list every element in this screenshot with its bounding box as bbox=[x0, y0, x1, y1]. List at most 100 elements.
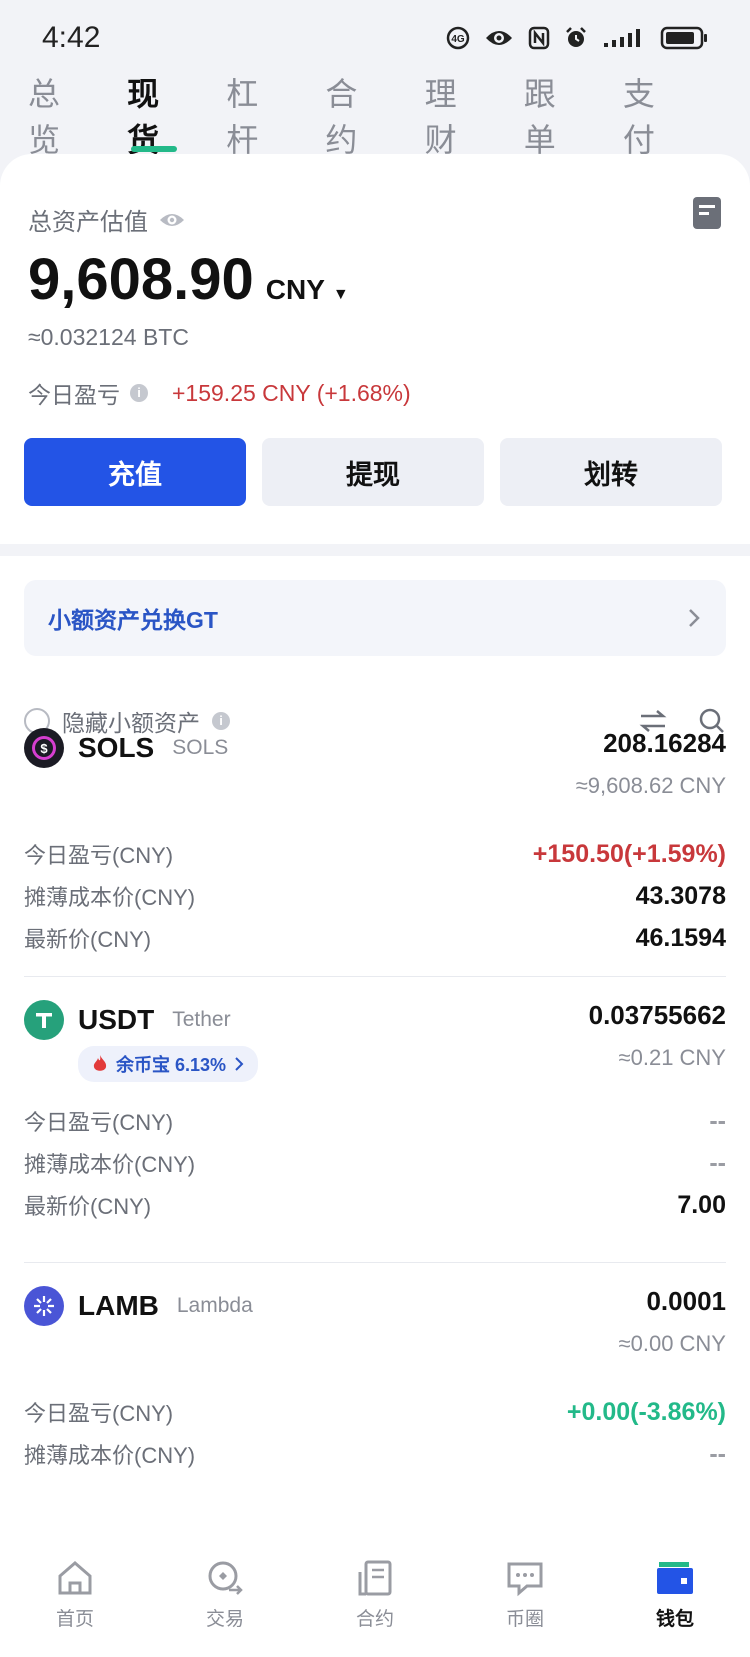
info-icon[interactable]: i bbox=[130, 384, 148, 402]
nav-wallet[interactable]: 钱包 bbox=[600, 1558, 750, 1631]
asset-details: 今日盈亏(CNY) +0.00(-3.86%) 摊薄成本价(CNY) -- bbox=[24, 1391, 726, 1475]
price-label: 最新价(CNY) bbox=[24, 927, 152, 952]
eye-icon bbox=[486, 31, 512, 45]
asset-list-section: 小额资产兑换GT 隐藏小额资产 i $ SOLS SOLS 208.16284 bbox=[0, 556, 750, 1556]
sols-coin-icon: $ bbox=[24, 728, 64, 768]
status-icons: 4G bbox=[446, 25, 710, 51]
today-pnl-label: 今日盈亏 bbox=[28, 382, 120, 408]
deposit-button[interactable]: 充值 bbox=[24, 438, 246, 506]
tab-margin[interactable]: 杠杆 bbox=[226, 76, 280, 158]
small-assets-convert-banner[interactable]: 小额资产兑换GT bbox=[24, 580, 726, 656]
alarm-icon bbox=[566, 27, 586, 47]
earn-badge-text: 余币宝 6.13% bbox=[116, 1055, 227, 1075]
tab-futures[interactable]: 合约 bbox=[325, 76, 379, 158]
detail-row-price: 最新价(CNY) 7.00 bbox=[24, 1184, 726, 1226]
pnl-label: 今日盈亏(CNY) bbox=[24, 843, 174, 868]
asset-cny-value: ≈0.00 CNY bbox=[618, 1331, 726, 1356]
price-value: 46.1594 bbox=[635, 923, 726, 952]
chat-icon bbox=[507, 1562, 543, 1597]
status-time: 4:42 bbox=[42, 21, 101, 54]
asset-item-usdt[interactable]: USDT Tether 余币宝 6.13% 0.03755662 ≈0.21 C… bbox=[24, 1000, 726, 1226]
detail-row-price: 最新价(CNY) 46.1594 bbox=[24, 917, 726, 959]
signal-icon bbox=[604, 29, 640, 47]
fire-icon bbox=[93, 1055, 107, 1071]
total-assets-label: 总资产估值 bbox=[28, 209, 148, 236]
cost-label: 摊薄成本价(CNY) bbox=[24, 1443, 196, 1468]
detail-row-pnl: 今日盈亏(CNY) +0.00(-3.86%) bbox=[24, 1391, 726, 1433]
asset-details: 今日盈亏(CNY) -- 摊薄成本价(CNY) -- 最新价(CNY) 7.00 bbox=[24, 1100, 726, 1226]
asset-cny-value: ≈0.21 CNY bbox=[618, 1045, 726, 1070]
caret-down-icon[interactable]: ▼ bbox=[333, 286, 349, 304]
tab-pay[interactable]: 支付 bbox=[623, 76, 677, 158]
tab-copy-trading[interactable]: 跟单 bbox=[524, 76, 578, 158]
asset-symbol: USDT bbox=[78, 1004, 155, 1035]
asset-symbol: SOLS bbox=[78, 732, 155, 763]
nfc-icon bbox=[528, 26, 550, 50]
cost-label: 摊薄成本价(CNY) bbox=[24, 885, 196, 910]
today-pnl-row: 今日盈亏 i +159.25 CNY (+1.68%) bbox=[28, 376, 411, 410]
asset-name: Lambda bbox=[176, 1294, 253, 1317]
nav-trade[interactable]: 交易 bbox=[150, 1558, 300, 1631]
trade-icon bbox=[208, 1561, 243, 1595]
asset-details: 今日盈亏(CNY) +150.50(+1.59%) 摊薄成本价(CNY) 43.30… bbox=[24, 833, 726, 959]
nav-trade-label: 交易 bbox=[205, 1609, 244, 1630]
svg-text:$: $ bbox=[40, 741, 48, 756]
top-tabs: 总览 现货 杠杆 合约 理财 跟单 支付 bbox=[0, 76, 750, 158]
today-pnl-value: +159.25 CNY (+1.68%) bbox=[172, 379, 411, 406]
action-buttons: 充值 提现 划转 bbox=[24, 438, 722, 506]
asset-amount: 208.16284 bbox=[603, 728, 726, 758]
asset-item-lamb[interactable]: LAMB Lambda 0.0001 ≈0.00 CNY 今日盈亏(CNY) +0… bbox=[24, 1286, 726, 1475]
nav-wallet-label: 钱包 bbox=[655, 1609, 694, 1630]
chevron-right-icon bbox=[689, 609, 700, 627]
transfer-button[interactable]: 划转 bbox=[500, 438, 722, 506]
asset-name-block: LAMB Lambda bbox=[24, 1286, 253, 1326]
volte-icon: 4G bbox=[446, 26, 470, 50]
nav-community[interactable]: 币圈 bbox=[450, 1558, 600, 1631]
cost-value: -- bbox=[709, 1439, 726, 1468]
earn-badge[interactable]: 余币宝 6.13% bbox=[78, 1046, 259, 1082]
asset-name: SOLS bbox=[172, 736, 229, 759]
eye-toggle-icon[interactable] bbox=[158, 210, 186, 230]
tab-spot[interactable]: 现货 bbox=[127, 76, 181, 158]
asset-amount-block: 0.03755662 ≈0.21 CNY bbox=[589, 1000, 726, 1071]
asset-cny-value: ≈9,608.62 CNY bbox=[575, 773, 726, 798]
nav-community-label: 币圈 bbox=[505, 1609, 544, 1630]
divider bbox=[24, 976, 726, 977]
asset-head: $ SOLS SOLS 208.16284 ≈9,608.62 CNY bbox=[24, 728, 726, 799]
withdraw-button[interactable]: 提现 bbox=[262, 438, 484, 506]
tab-earn[interactable]: 理财 bbox=[425, 76, 479, 158]
contract-icon bbox=[358, 1560, 392, 1596]
lambda-coin-icon bbox=[24, 1286, 64, 1326]
asset-head: USDT Tether 余币宝 6.13% 0.03755662 ≈0.21 C… bbox=[24, 1000, 726, 1082]
total-assets-label-row: 总资产估值 bbox=[28, 202, 186, 237]
tether-coin-icon bbox=[24, 1000, 64, 1040]
bill-report-icon[interactable] bbox=[692, 196, 722, 230]
nav-home[interactable]: 首页 bbox=[0, 1558, 150, 1631]
cost-value: 43.3078 bbox=[635, 881, 726, 910]
pnl-value: -- bbox=[709, 1106, 726, 1135]
asset-name-block: $ SOLS SOLS bbox=[24, 728, 228, 768]
detail-row-cost: 摊薄成本价(CNY) 43.3078 bbox=[24, 875, 726, 917]
banner-text: 小额资产兑换GT bbox=[48, 607, 218, 633]
asset-amount-block: 208.16284 ≈9,608.62 CNY bbox=[576, 728, 726, 799]
nav-futures[interactable]: 合约 bbox=[300, 1558, 450, 1631]
asset-name-block: USDT Tether bbox=[24, 1000, 258, 1040]
pnl-label: 今日盈亏(CNY) bbox=[24, 1110, 174, 1135]
cost-value: -- bbox=[709, 1148, 726, 1177]
pnl-label: 今日盈亏(CNY) bbox=[24, 1401, 174, 1426]
asset-item-sols[interactable]: $ SOLS SOLS 208.16284 ≈9,608.62 CNY 今日盈亏… bbox=[24, 728, 726, 959]
status-bar: 4:42 4G bbox=[0, 0, 750, 76]
tab-overview[interactable]: 总览 bbox=[28, 76, 82, 158]
divider bbox=[24, 1262, 726, 1263]
nav-futures-label: 合约 bbox=[355, 1609, 394, 1630]
detail-row-pnl: 今日盈亏(CNY) -- bbox=[24, 1100, 726, 1142]
cost-label: 摊薄成本价(CNY) bbox=[24, 1152, 196, 1177]
total-assets-value: 9,608.90 CNY ▼ bbox=[28, 246, 349, 313]
btc-equivalent: ≈0.032124 BTC bbox=[28, 324, 189, 350]
currency-selector[interactable]: CNY bbox=[266, 274, 325, 306]
bottom-nav: 首页 交易 合约 币圈 钱包 bbox=[0, 1532, 750, 1657]
chevron-right-icon bbox=[235, 1057, 244, 1071]
asset-amount: 0.0001 bbox=[646, 1286, 726, 1316]
total-value-number: 9,608.90 bbox=[28, 247, 254, 312]
svg-text:4G: 4G bbox=[451, 34, 465, 45]
